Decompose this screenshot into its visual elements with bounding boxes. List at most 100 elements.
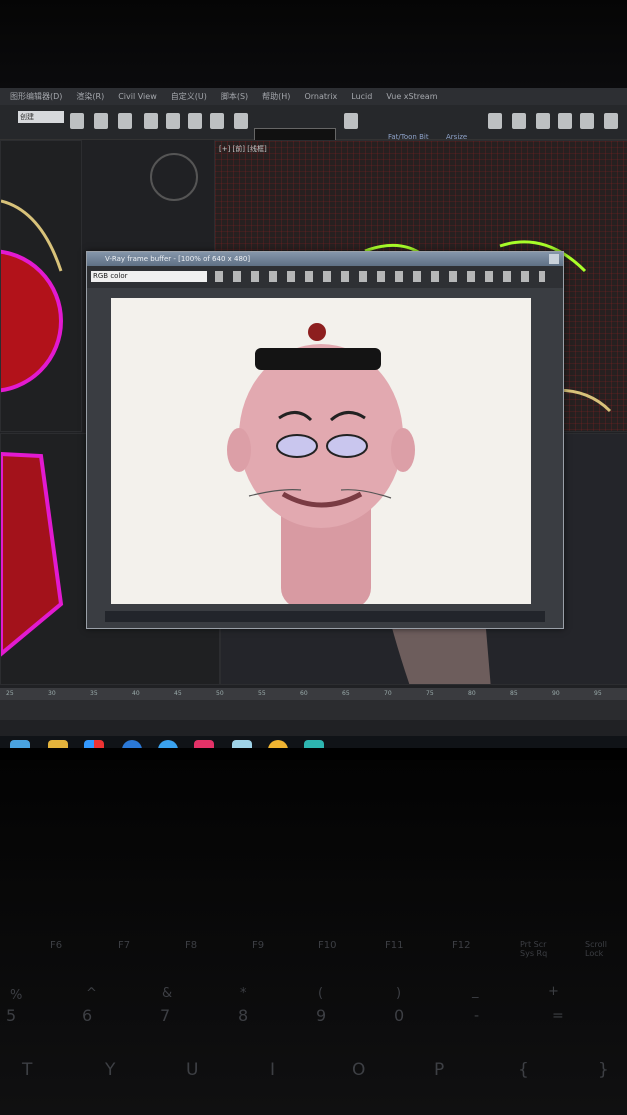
main-toolbar: 创建 Fat/Toon Bit Arsize [0,105,627,143]
monitor-bezel [0,0,627,88]
key-f12: F12 [452,940,471,951]
schematic-icon[interactable] [536,113,550,129]
key-y: Y [105,1060,116,1080]
vfb-title: V-Ray frame buffer - [100% of 640 x 480] [87,252,563,266]
channel-select[interactable]: RGB color [91,271,207,282]
key-f6: F6 [50,940,63,951]
key-f8: F8 [185,940,198,951]
app-icon-3[interactable] [84,740,104,748]
tick-60: 60 [300,690,308,697]
key-5: 5 [6,1006,17,1025]
app-icon-1[interactable] [10,740,30,748]
app-icon-9[interactable] [304,740,324,748]
app-icon-7[interactable] [232,740,252,748]
key-prtscr: Prt Scr Sys Rq [520,940,548,958]
character-head-render [227,323,415,608]
menu-bar: 图形编辑器(D) 渲染(R) Civil View 自定义(U) 脚本(S) 帮… [0,88,627,105]
app-icon-5[interactable] [158,740,178,748]
tick-85: 85 [510,690,518,697]
render-output [111,298,531,608]
snap-icon[interactable] [144,113,158,129]
key-minus: - [474,1008,480,1024]
key-f11: F11 [385,940,404,951]
timeline[interactable]: 25 30 35 40 45 50 55 60 65 70 75 80 85 9… [0,688,627,720]
key-equals: = [552,1008,564,1024]
move-icon[interactable] [94,113,108,129]
menu-item-vue[interactable]: Vue xStream [386,92,437,101]
close-icon[interactable] [549,254,559,264]
menu-item-help[interactable]: 帮助(H) [262,91,290,102]
select-icon[interactable] [70,113,84,129]
key-u: U [186,1060,199,1080]
key-shift-equals: + [548,984,559,999]
menu-item-script[interactable]: 脚本(S) [221,91,248,102]
curve-editor-icon[interactable] [512,113,526,129]
menu-item-lucid[interactable]: Lucid [351,92,372,101]
tick-30: 30 [48,690,56,697]
angle-snap-icon[interactable] [166,113,180,129]
vfb-tool-icons[interactable] [215,271,545,282]
tick-35: 35 [90,690,98,697]
render-icon[interactable] [118,113,132,129]
magnet-icon[interactable] [210,113,224,129]
keyboard: F6 F7 F8 F9 F10 F11 F12 Prt Scr Sys Rq S… [0,760,627,1115]
tick-65: 65 [342,690,350,697]
mirror-icon[interactable] [344,113,358,129]
key-left-brace: { [518,1060,529,1080]
key-f10: F10 [318,940,337,951]
key-right-brace: } [598,1060,609,1080]
key-shift-9: ( [318,986,324,1001]
screen: 图形编辑器(D) 渲染(R) Civil View 自定义(U) 脚本(S) 帮… [0,88,627,748]
time-ruler[interactable]: 25 30 35 40 45 50 55 60 65 70 75 80 85 9… [0,688,627,700]
tick-95: 95 [594,690,602,697]
app-icon-4[interactable] [122,740,142,748]
tick-75: 75 [426,690,434,697]
edit-named-icon[interactable] [234,113,248,129]
menu-item-render[interactable]: 渲染(R) [76,91,104,102]
taskbar [0,736,627,748]
key-8: 8 [238,1006,249,1025]
tick-70: 70 [384,690,392,697]
key-scroll-lock: Scroll Lock [585,940,607,958]
key-shift-0: ) [396,986,402,1001]
tick-25: 25 [6,690,14,697]
key-9: 9 [316,1006,327,1025]
tick-40: 40 [132,690,140,697]
key-shift-8: * [240,986,247,1001]
layer-icon[interactable] [488,113,502,129]
render-setup-icon[interactable] [580,113,594,129]
app-icon-8[interactable] [268,740,288,748]
key-i: I [270,1060,276,1080]
key-shift-5: % [10,988,23,1003]
tick-55: 55 [258,690,266,697]
key-shift-6: ^ [86,986,97,1001]
key-p: P [434,1060,445,1080]
menu-item-civil[interactable]: Civil View [118,92,157,101]
key-f9: F9 [252,940,265,951]
tick-90: 90 [552,690,560,697]
vfb-status-bar [105,611,545,622]
key-o: O [352,1060,366,1080]
material-icon[interactable] [558,113,572,129]
app-icon-2[interactable] [48,740,68,748]
key-f7: F7 [118,940,131,951]
vfb-toolbar: RGB color [87,266,563,288]
menu-item-customize[interactable]: 自定义(U) [171,91,207,102]
selection-set-dropdown[interactable]: 创建 [18,111,64,123]
vray-frame-buffer-window[interactable]: V-Ray frame buffer - [100% of 640 x 480]… [86,251,564,629]
key-7: 7 [160,1006,171,1025]
menu-item-graph[interactable]: 图形编辑器(D) [10,91,62,102]
key-t: T [22,1060,33,1080]
tick-45: 45 [174,690,182,697]
viewport-top-left[interactable] [0,140,82,432]
app-icon-6[interactable] [194,740,214,748]
viewport-label: [+] [前] [线框] [219,145,267,153]
tick-50: 50 [216,690,224,697]
key-6: 6 [82,1006,93,1025]
percent-snap-icon[interactable] [188,113,202,129]
key-shift-minus: _ [472,984,479,999]
navigation-cube[interactable] [150,153,198,201]
wireframe-head-icon [0,199,63,393]
render-frame-icon[interactable] [604,113,618,129]
menu-item-ornatrix[interactable]: Ornatrix [304,92,337,101]
